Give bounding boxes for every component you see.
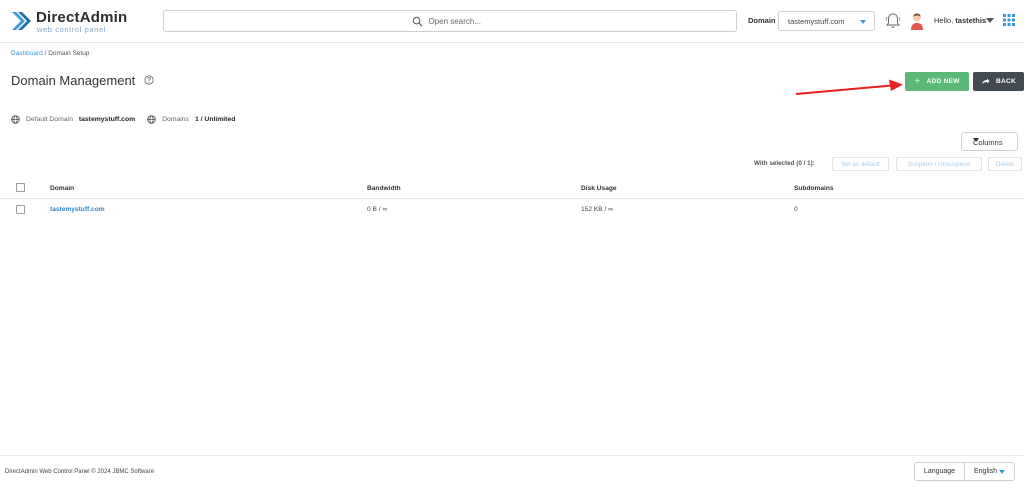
disk-usage-value: 152 KB / ∞	[581, 206, 613, 213]
search-input[interactable]: Open search...	[429, 17, 489, 26]
bandwidth-value: 0 B / ∞	[367, 206, 388, 213]
user-menu-chevron-icon[interactable]	[986, 18, 994, 23]
add-new-button[interactable]: + ADD NEW	[905, 72, 969, 91]
top-header: DirectAdmin web control panel Open searc…	[0, 0, 1024, 43]
domains-count-value: 1 / Unlimited	[194, 115, 236, 123]
column-header-domain[interactable]: Domain	[50, 185, 74, 192]
delete-button[interactable]: Delete	[988, 157, 1022, 171]
back-arrow-icon	[982, 78, 990, 84]
domain-select-value: tastemystuff.com	[788, 17, 845, 26]
breadcrumb-dashboard-link[interactable]: Dashboard	[11, 50, 43, 57]
footer: DirectAdmin Web Control Panel © 2024 JBM…	[0, 455, 1024, 486]
hello-prefix: Hello,	[934, 16, 954, 25]
logo-subtitle: web control panel	[37, 25, 106, 34]
column-header-subdomains[interactable]: Subdomains	[794, 185, 834, 192]
logo-title: DirectAdmin	[36, 9, 128, 26]
domain-info-row: Default Domain tastemystuff.com Domains …	[11, 113, 247, 125]
page-title: Domain Management	[11, 73, 136, 88]
table-header: Domain Bandwidth Disk Usage Subdomains	[0, 178, 1024, 199]
domains-count-label: Domains	[162, 115, 189, 123]
default-domain-label: Default Domain	[26, 115, 73, 123]
apps-grid-icon[interactable]	[1003, 14, 1015, 26]
select-all-checkbox[interactable]	[16, 183, 25, 192]
default-domain-value: tastemystuff.com	[78, 115, 136, 123]
breadcrumb: Dashboard / Domain Setup	[11, 50, 89, 57]
globe-icon	[11, 114, 20, 124]
annotation-arrow-icon	[795, 79, 903, 95]
domain-label: Domain	[748, 16, 776, 25]
username: tastethis	[955, 16, 987, 25]
footer-copyright: DirectAdmin Web Control Panel © 2024 JBM…	[5, 469, 155, 475]
domain-link[interactable]: tastemystuff.com	[50, 206, 105, 213]
bell-icon[interactable]	[885, 12, 901, 30]
avatar-icon[interactable]	[910, 12, 924, 30]
directadmin-logo[interactable]: DirectAdmin web control panel	[10, 8, 130, 34]
subdomains-value: 0	[794, 206, 798, 213]
help-icon[interactable]	[144, 75, 154, 85]
columns-dropdown[interactable]: Columns	[961, 132, 1018, 151]
with-selected-label: With selected (0 / 1):	[754, 160, 815, 167]
table-row: tastemystuff.com 0 B / ∞ 152 KB / ∞ 0	[0, 199, 1024, 221]
logo-mark-icon	[12, 12, 31, 30]
chevron-down-icon	[973, 138, 979, 142]
back-label: BACK	[996, 78, 1016, 85]
globe-icon	[147, 114, 156, 124]
search-bar[interactable]: Open search...	[163, 10, 737, 32]
column-header-disk-usage[interactable]: Disk Usage	[581, 185, 617, 192]
set-as-default-button[interactable]: Set as default	[832, 157, 889, 171]
chevron-down-icon	[860, 20, 866, 24]
search-icon	[412, 16, 422, 26]
breadcrumb-current: Domain Setup	[48, 50, 90, 57]
language-select[interactable]: English	[965, 463, 1014, 480]
column-header-bandwidth[interactable]: Bandwidth	[367, 185, 401, 192]
suspend-unsuspend-button[interactable]: Suspend / Unsuspend	[896, 157, 982, 171]
language-value: English	[974, 468, 997, 475]
domain-select[interactable]: tastemystuff.com	[778, 11, 875, 31]
add-new-label: ADD NEW	[926, 78, 960, 85]
chevron-down-icon	[999, 470, 1005, 474]
row-checkbox[interactable]	[16, 205, 25, 214]
plus-icon: +	[914, 76, 921, 87]
language-label: Language	[915, 463, 965, 480]
hello-user[interactable]: Hello, tastethis	[934, 16, 986, 25]
language-selector[interactable]: Language English	[914, 462, 1015, 481]
back-button[interactable]: BACK	[973, 72, 1024, 91]
